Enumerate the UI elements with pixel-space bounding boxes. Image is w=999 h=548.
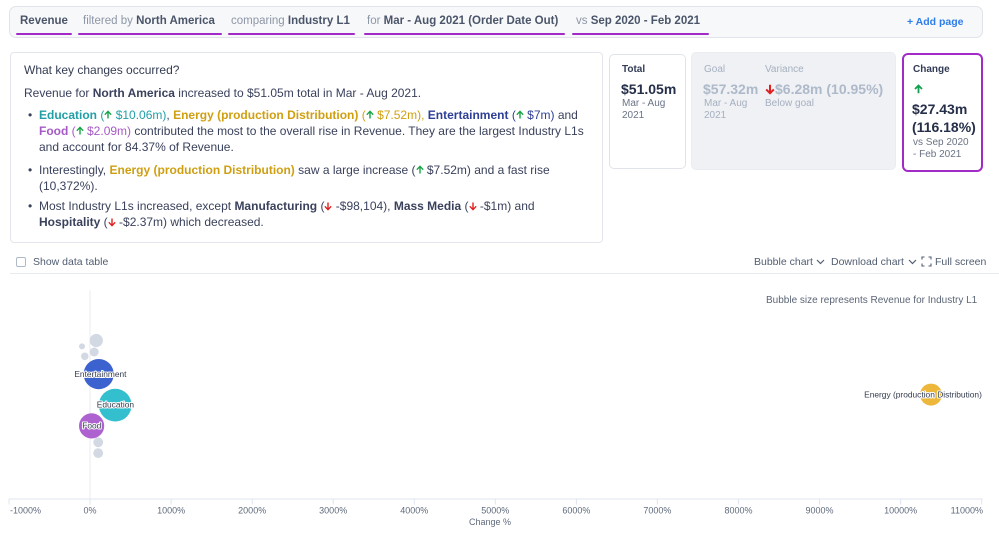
svg-text:10000%: 10000% <box>884 506 917 516</box>
svg-text:Change %: Change % <box>469 517 511 527</box>
svg-text:Education: Education <box>97 400 135 410</box>
svg-text:3000%: 3000% <box>319 506 347 516</box>
svg-text:6000%: 6000% <box>562 506 590 516</box>
svg-text:1000%: 1000% <box>157 506 185 516</box>
svg-text:Food: Food <box>82 420 101 430</box>
svg-text:2000%: 2000% <box>238 506 266 516</box>
svg-text:9000%: 9000% <box>805 506 833 516</box>
svg-text:8000%: 8000% <box>724 506 752 516</box>
svg-text:11000%: 11000% <box>951 506 983 516</box>
svg-text:7000%: 7000% <box>643 506 671 516</box>
svg-text:0%: 0% <box>83 506 96 516</box>
svg-text:-1000%: -1000% <box>10 506 41 516</box>
svg-text:Energy (production Distributio: Energy (production Distribution) <box>864 390 982 400</box>
svg-text:5000%: 5000% <box>481 506 509 516</box>
svg-text:4000%: 4000% <box>400 506 428 516</box>
svg-text:Entertainment: Entertainment <box>74 369 127 379</box>
